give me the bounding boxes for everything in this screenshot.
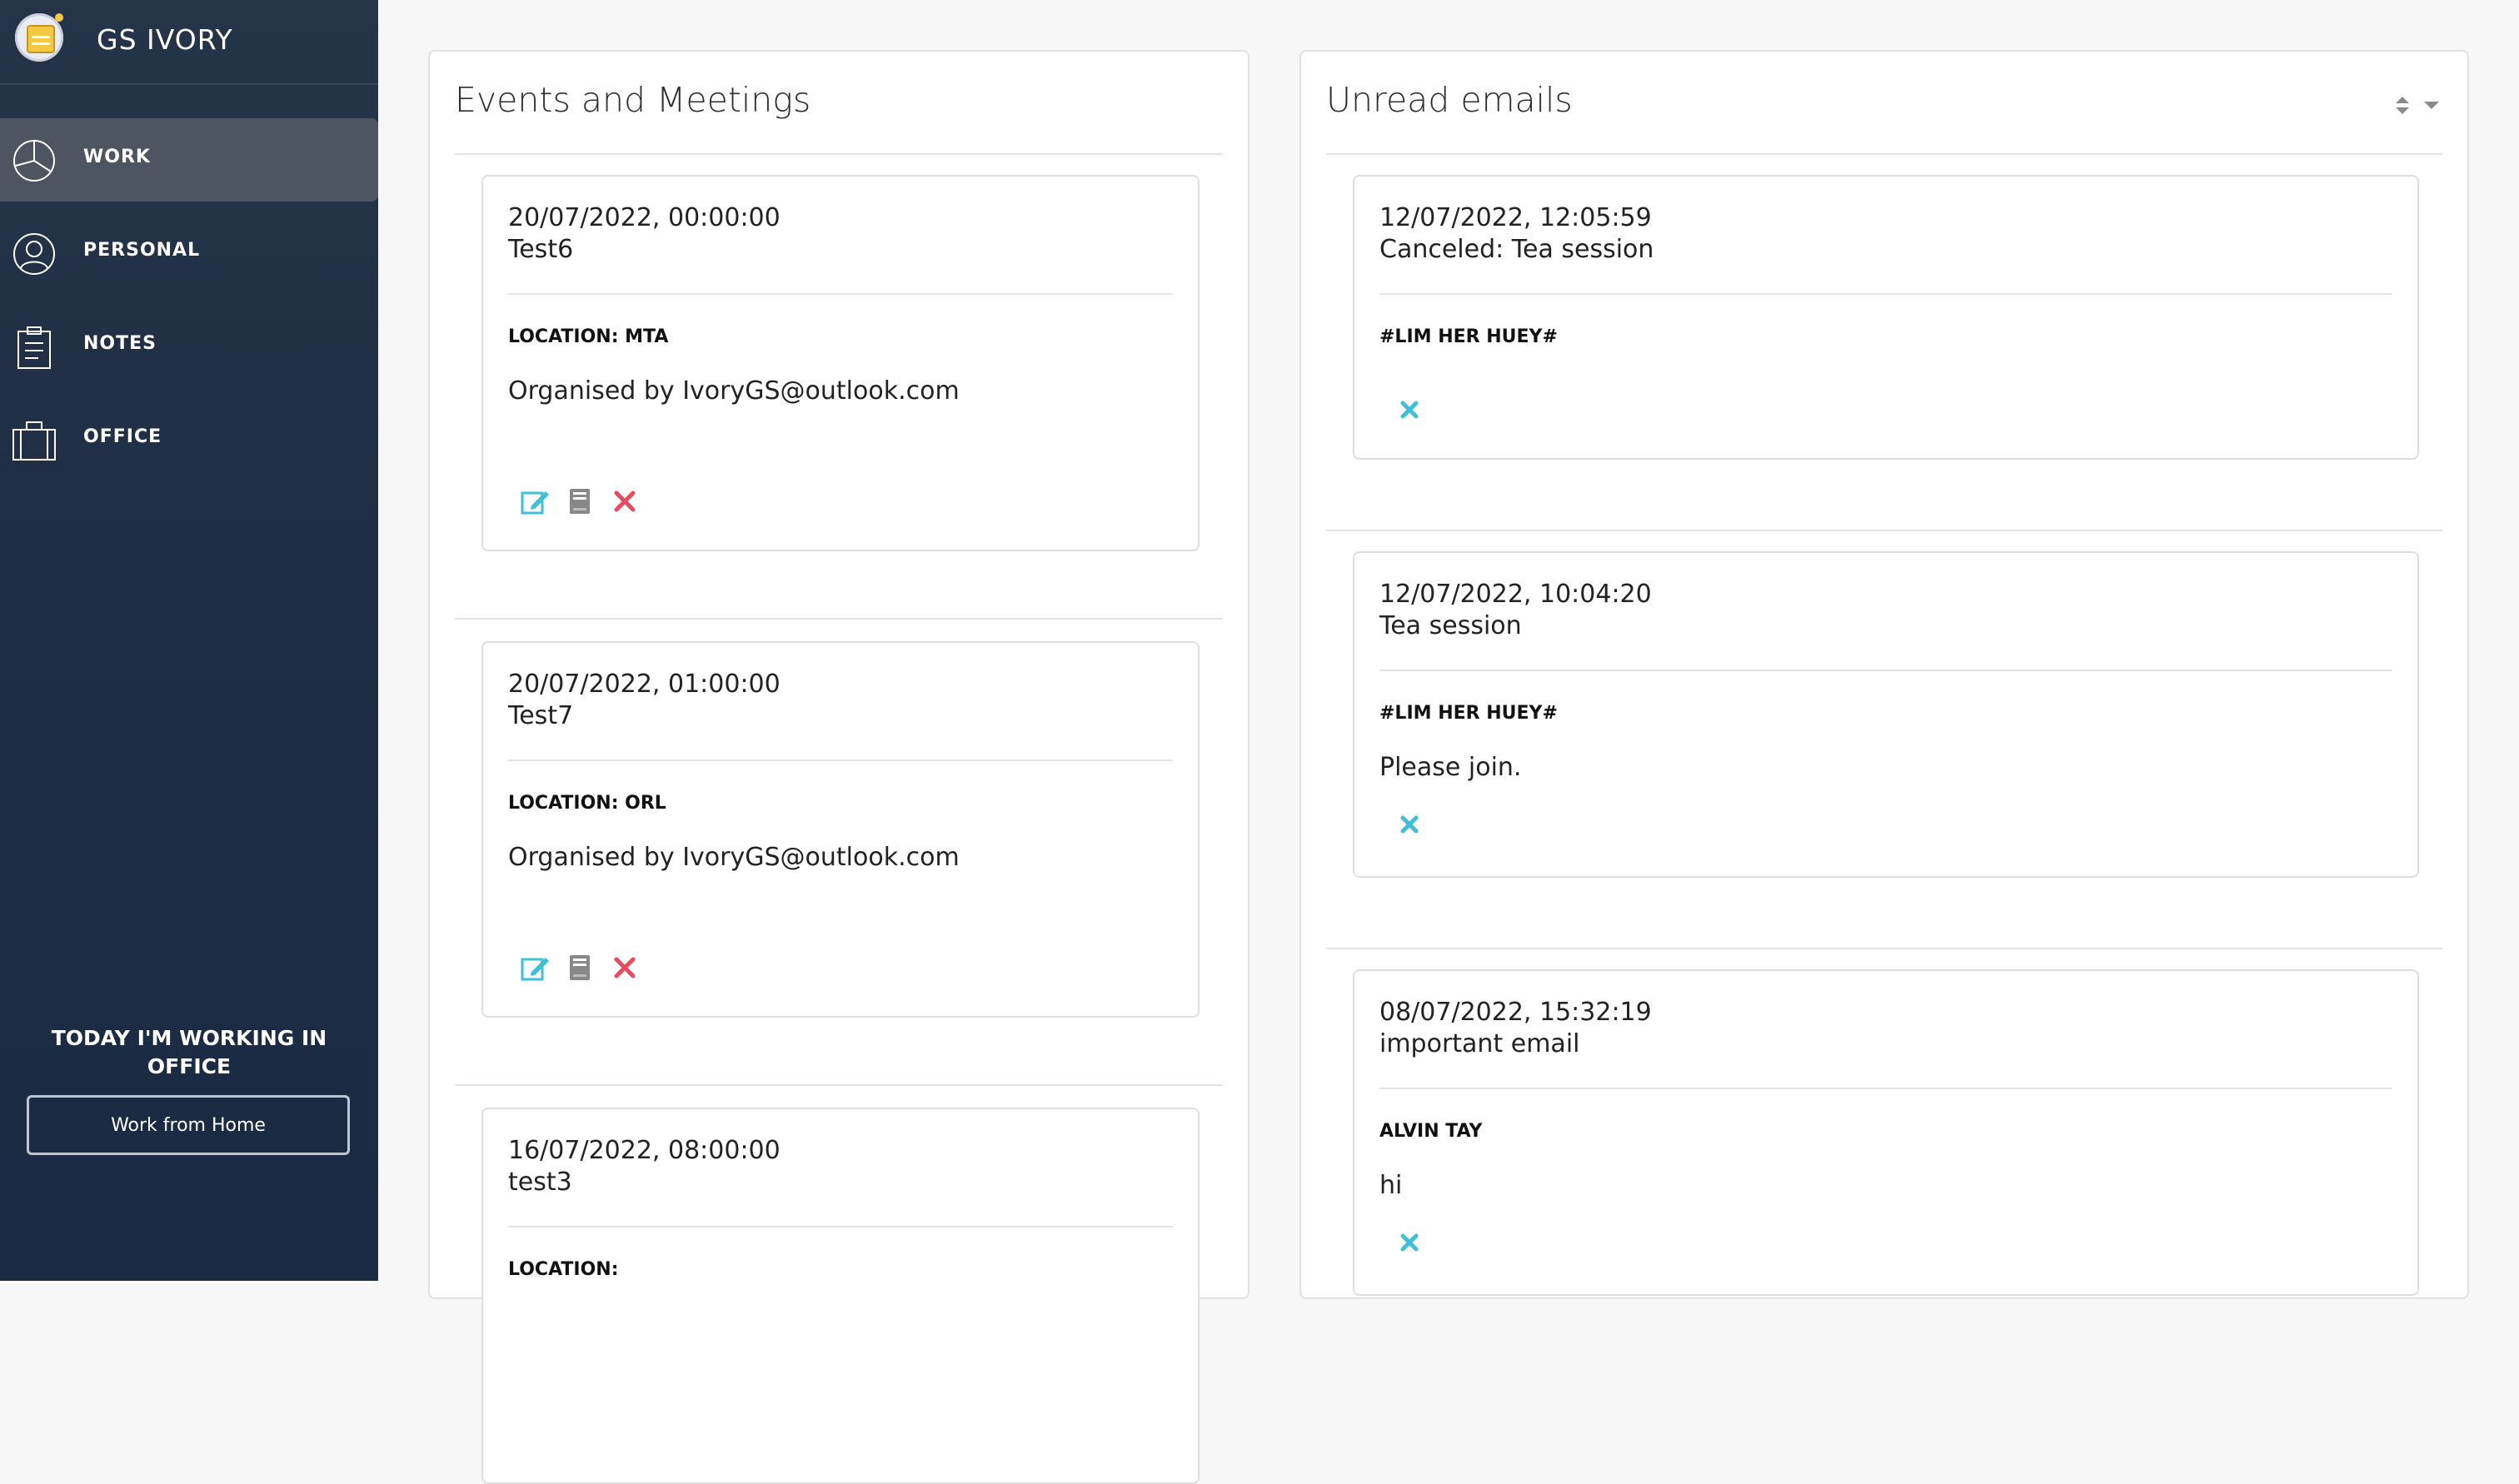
event-card: 20/07/2022, 00:00:00 Test6 LOCATION: MTA…: [481, 175, 1200, 551]
email-body: Please join.: [1379, 753, 1522, 782]
app-title: GS IVORY: [97, 23, 233, 56]
sidebar-item-label: NOTES: [83, 333, 157, 354]
event-datetime: 16/07/2022, 08:00:00: [508, 1136, 781, 1165]
book-icon[interactable]: [565, 953, 595, 983]
event-actions: [520, 486, 640, 516]
email-subject: important email: [1379, 1029, 1580, 1058]
card-divider: [1379, 670, 2392, 671]
event-card: 20/07/2022, 01:00:00 Test7 LOCATION: ORL…: [481, 641, 1200, 1018]
event-card: 16/07/2022, 08:00:00 test3 LOCATION:: [481, 1108, 1200, 1484]
sidebar-item-personal[interactable]: PERSONAL: [0, 212, 378, 295]
email-body: hi: [1379, 1171, 1403, 1200]
event-datetime: 20/07/2022, 00:00:00: [508, 203, 781, 232]
list-separator: [455, 1084, 1223, 1086]
book-icon[interactable]: [565, 486, 595, 516]
email-subject: Canceled: Tea session: [1379, 235, 1654, 264]
emails-panel: Unread emails 12/07/2022, 12:05:59 Cance…: [1299, 50, 2469, 1299]
dismiss-icon[interactable]: [1396, 396, 1423, 423]
card-divider: [1379, 1088, 2392, 1089]
event-location: LOCATION: MTA: [508, 326, 669, 347]
delete-icon[interactable]: [610, 953, 640, 983]
card-divider: [508, 759, 1173, 761]
email-datetime: 12/07/2022, 12:05:59: [1379, 203, 1652, 232]
sidebar-item-label: WORK: [83, 147, 151, 167]
sort-dropdown-icon[interactable]: [2392, 93, 2442, 118]
email-card: 08/07/2022, 15:32:19 important email ALV…: [1353, 969, 2419, 1296]
sidebar-item-notes[interactable]: NOTES: [0, 305, 378, 388]
sidebar-item-work[interactable]: WORK: [0, 118, 378, 202]
event-name: test3: [508, 1168, 572, 1197]
card-divider: [508, 293, 1173, 295]
list-separator: [455, 618, 1223, 620]
events-panel-header: Events and Meetings: [455, 52, 1223, 155]
clipboard-icon: [17, 326, 51, 369]
event-name: Test6: [508, 235, 574, 264]
card-divider: [508, 1226, 1173, 1228]
app-logo-icon[interactable]: [15, 13, 63, 62]
email-sender: ALVIN TAY: [1379, 1121, 1483, 1142]
brand-header: GS IVORY: [0, 0, 378, 85]
email-card: 12/07/2022, 10:04:20 Tea session #LIM HE…: [1353, 551, 2419, 878]
events-panel: Events and Meetings 20/07/2022, 00:00:00…: [428, 50, 1250, 1484]
event-datetime: 20/07/2022, 01:00:00: [508, 670, 781, 699]
sidebar-item-office[interactable]: OFFICE: [0, 398, 378, 481]
event-location: LOCATION:: [508, 1259, 619, 1280]
dismiss-icon[interactable]: [1396, 811, 1423, 838]
edit-icon[interactable]: [520, 953, 550, 983]
emails-panel-header: Unread emails: [1326, 52, 2442, 155]
card-divider: [1379, 293, 2392, 295]
email-sender: #LIM HER HUEY#: [1379, 326, 1558, 347]
events-panel-title: Events and Meetings: [455, 80, 811, 120]
email-datetime: 08/07/2022, 15:32:19: [1379, 998, 1652, 1027]
sidebar-item-label: PERSONAL: [83, 240, 201, 261]
list-separator: [1326, 530, 2442, 531]
emails-panel-title: Unread emails: [1326, 80, 1573, 120]
event-actions: [520, 953, 640, 983]
event-organiser: Organised by IvoryGS@outlook.com: [508, 843, 960, 872]
event-location: LOCATION: ORL: [508, 793, 666, 814]
delete-icon[interactable]: [610, 486, 640, 516]
email-datetime: 12/07/2022, 10:04:20: [1379, 580, 1652, 609]
dismiss-icon[interactable]: [1396, 1229, 1423, 1256]
sidebar: GS IVORY WORK PERSONAL NOTES OFFICE TODA…: [0, 0, 378, 1281]
pie-chart-icon: [13, 140, 55, 182]
email-sender: #LIM HER HUEY#: [1379, 703, 1558, 724]
sidebar-item-label: OFFICE: [83, 426, 162, 447]
email-subject: Tea session: [1379, 611, 1522, 640]
event-name: Test7: [508, 701, 574, 730]
email-card: 12/07/2022, 12:05:59 Canceled: Tea sessi…: [1353, 175, 2419, 460]
user-icon: [13, 233, 55, 275]
work-location-status: TODAY I'M WORKING IN OFFICE: [51, 1026, 327, 1078]
event-organiser: Organised by IvoryGS@outlook.com: [508, 376, 960, 406]
list-separator: [1326, 948, 2442, 949]
edit-icon[interactable]: [520, 486, 550, 516]
briefcase-icon: [12, 421, 56, 461]
work-from-home-button[interactable]: Work from Home: [27, 1095, 350, 1155]
